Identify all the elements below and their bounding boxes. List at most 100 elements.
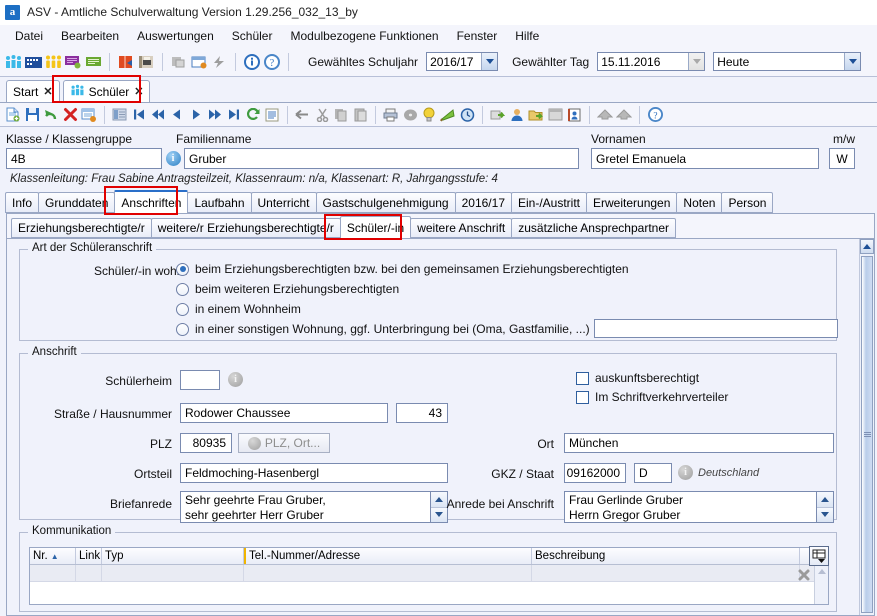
print-icon[interactable] (382, 106, 400, 124)
menu-schueler[interactable]: Schüler (223, 27, 282, 45)
close-icon-2[interactable]: ✕ (134, 85, 143, 98)
schuelerheim-input[interactable] (180, 370, 220, 390)
clock-icon[interactable] (458, 106, 476, 124)
plz-input[interactable]: 80935 (180, 433, 232, 453)
ortsteil-input[interactable]: Feldmoching-Hasenbergl (180, 463, 448, 483)
scrollbar-up-button[interactable] (860, 239, 874, 254)
vornamen-input[interactable]: Gretel Emanuela (591, 148, 819, 169)
tag-combo[interactable]: 15.11.2016 (597, 52, 706, 71)
person-icon[interactable] (508, 106, 526, 124)
anrede-textarea[interactable]: Frau Gerlinde Gruber Herrn Gregor Gruber (564, 491, 834, 523)
subtab-weitere-erziehungsberechtigte[interactable]: weitere/r Erziehungsberechtigte/r (150, 218, 341, 238)
table-view-icon[interactable] (111, 106, 129, 124)
menu-modulbezogene-funktionen[interactable]: Modulbezogene Funktionen (281, 27, 447, 45)
message-icon[interactable] (84, 53, 102, 71)
table-row[interactable] (30, 565, 828, 582)
anrede-scroll-up-icon[interactable] (817, 492, 833, 508)
report-book-icon[interactable] (117, 53, 135, 71)
anrede-scroll[interactable] (816, 492, 833, 522)
menu-hilfe[interactable]: Hilfe (506, 27, 548, 45)
up-arrow-icon[interactable] (596, 106, 614, 124)
undo-icon[interactable] (42, 106, 60, 124)
geschlecht-input[interactable]: W (829, 148, 855, 169)
refresh-icon[interactable] (244, 106, 262, 124)
scrollbar-thumb[interactable] (861, 256, 873, 613)
first-record-icon[interactable] (130, 106, 148, 124)
folder-export-icon[interactable] (527, 106, 545, 124)
tab-laufbahn[interactable]: Laufbahn (187, 192, 252, 213)
cd-icon[interactable] (401, 106, 419, 124)
cut-icon[interactable] (313, 106, 331, 124)
window-close-icon[interactable] (190, 53, 208, 71)
export-icon[interactable] (489, 106, 507, 124)
sonstige-wohnung-input[interactable] (594, 319, 838, 338)
checkbox-schriftverkehrverteiler[interactable] (576, 390, 589, 404)
plz-ort-button[interactable]: PLZ, Ort... (238, 433, 330, 453)
bulb-icon[interactable] (420, 106, 438, 124)
auskunftsberechtigt-row[interactable]: auskunftsberechtigt (576, 371, 699, 385)
copy-icon[interactable] (332, 106, 350, 124)
paste-icon[interactable] (351, 106, 369, 124)
tab-person[interactable]: Person (721, 192, 774, 213)
subtab-schueler[interactable]: Schüler/-in (339, 216, 412, 238)
table-vertical-scrollbar[interactable] (814, 565, 828, 604)
info-icon[interactable] (243, 53, 261, 71)
tab-info[interactable]: Info (5, 192, 40, 213)
list-icon[interactable] (263, 106, 281, 124)
flag-icon[interactable] (439, 106, 457, 124)
subtab-zusaetzliche-ansprechpartner[interactable]: zusätzliche Ansprechpartner (511, 218, 676, 238)
delete-row-icon[interactable] (796, 567, 812, 583)
save-icon[interactable] (23, 106, 41, 124)
close-icon[interactable]: ✕ (43, 85, 52, 98)
tab-anschriften[interactable]: Anschriften (114, 190, 189, 213)
last-record-icon[interactable] (225, 106, 243, 124)
gkz-input[interactable]: 09162000 (564, 463, 626, 483)
column-header-link[interactable]: Link (76, 548, 102, 564)
menu-auswertungen[interactable]: Auswertungen (128, 27, 223, 45)
radio-option-0[interactable]: beim Erziehungsberechtigten bzw. bei den… (176, 262, 629, 276)
students-group-icon[interactable] (4, 53, 22, 71)
modules-icon[interactable] (170, 53, 188, 71)
tab-erweiterungen[interactable]: Erweiterungen (586, 192, 678, 213)
menu-bearbeiten[interactable]: Bearbeiten (52, 27, 128, 45)
hausnummer-input[interactable]: 43 (396, 403, 448, 423)
edit-list-icon[interactable] (80, 106, 98, 124)
tab-schuljahr[interactable]: 2016/17 (454, 192, 512, 213)
tab-noten[interactable]: Noten (676, 192, 723, 213)
table-scroll-up-icon[interactable] (815, 565, 828, 578)
column-chooser-icon[interactable] (809, 546, 829, 566)
tab-grunddaten[interactable]: Grunddaten (38, 192, 116, 213)
tab-unterricht[interactable]: Unterricht (250, 192, 317, 213)
contact-card-icon[interactable] (565, 106, 583, 124)
tab-ein-austritt[interactable]: Ein-/Austritt (511, 192, 588, 213)
column-header-typ[interactable]: Typ (102, 548, 244, 564)
column-header-beschreibung[interactable]: Beschreibung (532, 548, 800, 564)
briefanrede-textarea[interactable]: Sehr geehrte Frau Gruber, sehr geehrter … (180, 491, 448, 523)
menu-fenster[interactable]: Fenster (448, 27, 507, 45)
menu-datei[interactable]: Datei (6, 27, 52, 45)
column-header-nr[interactable]: Nr. ▲ (30, 548, 76, 564)
next-record-icon[interactable] (187, 106, 205, 124)
subtab-erziehungsberechtigte[interactable]: Erziehungsberechtigte/r (11, 218, 152, 238)
back-arrow-icon[interactable] (294, 106, 312, 124)
schriftverkehr-row[interactable]: Im Schriftverkehrverteiler (576, 390, 728, 404)
radio-weitere-erziehungsberechtigte-icon[interactable] (176, 282, 189, 296)
chevron-down-icon[interactable] (481, 53, 498, 70)
familienname-input[interactable]: Gruber (184, 148, 579, 169)
radio-wohnheim-icon[interactable] (176, 302, 189, 316)
fast-back-icon[interactable] (149, 106, 167, 124)
subtab-weitere-anschrift[interactable]: weitere Anschrift (410, 218, 513, 238)
radio-option-1[interactable]: beim weiteren Erziehungsberechtigten (176, 282, 399, 296)
new-record-icon[interactable] (4, 106, 22, 124)
up-arrow2-icon[interactable] (615, 106, 633, 124)
radio-option-3[interactable]: in einer sonstigen Wohnung, ggf. Unterbr… (176, 322, 590, 336)
ort-input[interactable]: München (564, 433, 834, 453)
doctab-start[interactable]: Start ✕ (6, 80, 60, 102)
lightning-icon[interactable] (210, 53, 228, 71)
chevron-down-icon-2[interactable] (844, 53, 861, 70)
klasse-input[interactable]: 4B (6, 148, 162, 169)
print-report-icon[interactable] (137, 53, 155, 71)
help-circle-icon[interactable]: ? (646, 106, 664, 124)
doctab-schueler[interactable]: Schüler ✕ (62, 80, 151, 102)
help-icon[interactable]: ? (263, 53, 281, 71)
